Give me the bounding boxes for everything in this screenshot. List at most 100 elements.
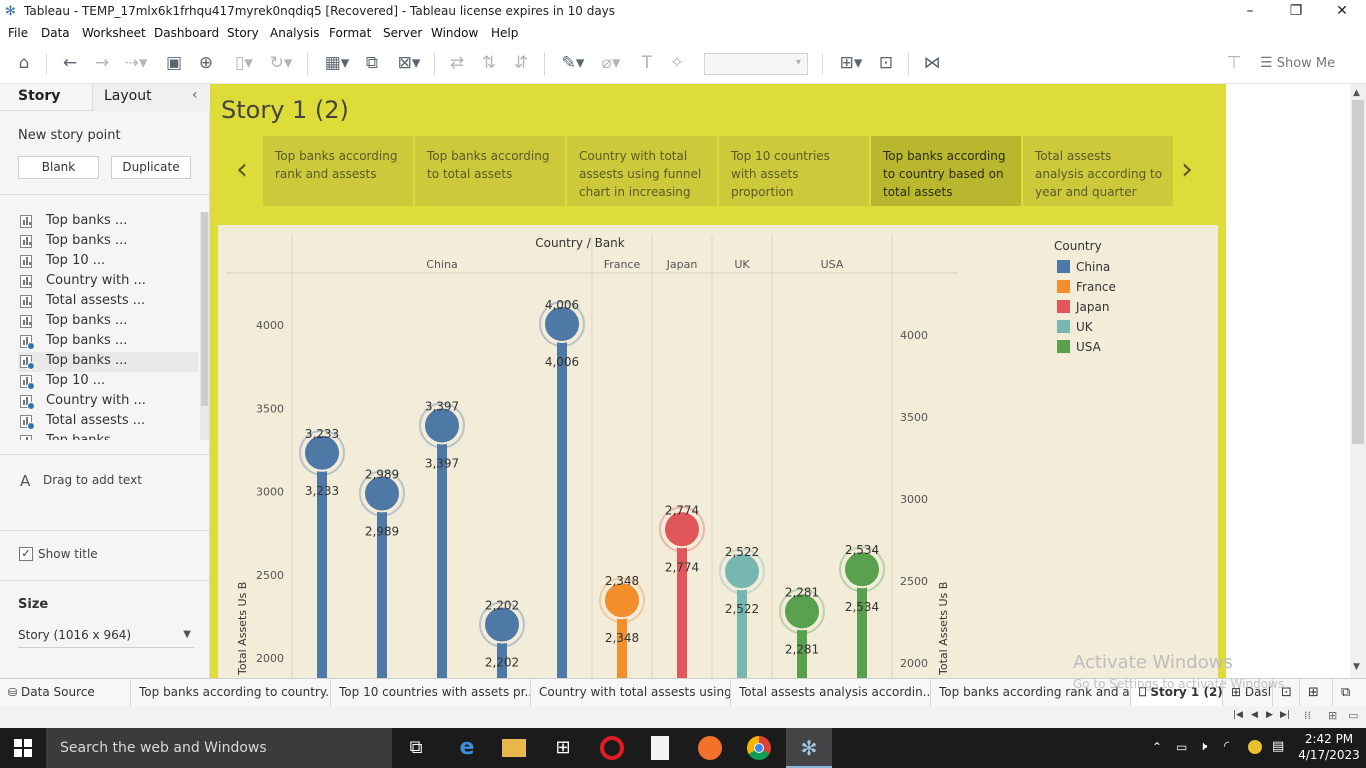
duplicate-button[interactable]: Duplicate (111, 156, 191, 179)
next-sheet-icon[interactable]: ▶ (1266, 710, 1273, 720)
scroll-down-icon[interactable]: ▼ (1353, 662, 1360, 672)
sheet-list-item[interactable]: Top banks ... (18, 432, 198, 440)
legend-swatch[interactable] (1057, 340, 1070, 353)
presentation-mode-icon[interactable]: ⊡ (874, 52, 898, 74)
menu-story[interactable]: Story (227, 26, 259, 40)
sort-descending-icon[interactable]: ⇵ (510, 52, 532, 74)
file-explorer-icon[interactable] (502, 739, 526, 757)
save-icon[interactable]: ▣ (162, 52, 186, 74)
menu-analysis[interactable]: Analysis (270, 26, 319, 40)
maximize-button[interactable]: ❐ (1273, 0, 1319, 24)
notification-icon[interactable]: ▤ (1272, 739, 1284, 754)
story-point-3[interactable]: Country with total assests using funnel … (567, 136, 717, 206)
sheet-list-item[interactable]: Country with ... (18, 272, 198, 292)
pause-updates-icon[interactable]: ▯▾ (226, 52, 262, 74)
opera-icon[interactable] (600, 736, 624, 760)
show-cards-icon[interactable]: ⊞▾ (834, 52, 868, 74)
legend-swatch[interactable] (1057, 320, 1070, 333)
show-tabs-icon[interactable]: ▭ (1348, 709, 1358, 722)
tab-data-source[interactable]: ⛁ Data Source (0, 679, 131, 707)
show-me-button[interactable]: ☰ Show Me (1260, 55, 1335, 75)
firefox-icon[interactable] (698, 736, 722, 760)
redo-icon[interactable]: → (90, 52, 114, 74)
fix-axes-icon[interactable]: ✧ (666, 52, 688, 74)
volume-icon[interactable]: 🕨 (1199, 739, 1207, 754)
sheet-list-item[interactable]: Top 10 ... (18, 372, 198, 392)
lollipop-chart[interactable]: Country / Bank China France Japan UK USA 200… (218, 225, 1218, 678)
sheet-list-item[interactable]: Top banks ... (18, 312, 198, 332)
story-point-4[interactable]: Top 10 countries with assets proportion (719, 136, 869, 206)
wifi-icon[interactable]: ◜ (1224, 739, 1229, 754)
show-title-checkbox[interactable]: ✓ (19, 547, 33, 561)
duplicate-sheet-icon[interactable]: ⧉ (361, 52, 383, 74)
show-mark-labels-icon[interactable]: T (636, 52, 658, 74)
fit-select[interactable]: ▾ (704, 53, 808, 75)
legend-swatch[interactable] (1057, 260, 1070, 273)
menu-help[interactable]: Help (491, 26, 518, 40)
tab-sheet[interactable]: Total assests analysis accordin... (731, 679, 931, 707)
menu-window[interactable]: Window (431, 26, 478, 40)
clear-sheet-icon[interactable]: ⊠▾ (392, 52, 426, 74)
story-point-2[interactable]: Top banks according to total assets (415, 136, 565, 206)
sort-ascending-icon[interactable]: ⇅ (478, 52, 500, 74)
tab-sheet[interactable]: Top banks according to country... (131, 679, 331, 707)
blank-button[interactable]: Blank (18, 156, 99, 179)
refresh-icon[interactable]: ↻▾ (266, 52, 296, 74)
legend-swatch[interactable] (1057, 300, 1070, 313)
clock-time[interactable]: 2:42 PM (1296, 732, 1362, 746)
collapse-pane-icon[interactable]: ‹ (192, 87, 198, 103)
show-sheet-sorter-icon[interactable]: ⊞ (1328, 709, 1337, 722)
main-scrollbar[interactable]: ▲ ▼ (1350, 84, 1366, 678)
new-data-source-icon[interactable]: ⊕ (194, 52, 218, 74)
sheet-list-item[interactable]: Country with ... (18, 392, 198, 412)
menu-file[interactable]: File (8, 26, 28, 40)
menu-format[interactable]: Format (329, 26, 371, 40)
windows-start-icon[interactable] (14, 739, 32, 757)
first-sheet-icon[interactable]: |◀ (1233, 710, 1243, 720)
group-members-icon[interactable]: ⌀▾ (594, 52, 628, 74)
minimize-button[interactable]: – (1227, 0, 1273, 24)
close-button[interactable]: ✕ (1319, 0, 1365, 24)
notepad-icon[interactable] (651, 736, 669, 760)
scroll-up-icon[interactable]: ▲ (1353, 88, 1360, 98)
story-point-6[interactable]: Total assests analysis according to year… (1023, 136, 1173, 206)
sheet-list-item[interactable]: Top banks ... (18, 352, 198, 372)
previous-point-icon[interactable]: ‹ (236, 152, 248, 187)
task-view-icon[interactable]: ⧉ (404, 736, 428, 760)
clock-date[interactable]: 4/17/2023 (1296, 748, 1362, 762)
tab-story[interactable]: Story (18, 88, 60, 104)
sheet-list-item[interactable]: Top banks ... (18, 332, 198, 352)
share-icon[interactable]: ⋈ (920, 52, 944, 74)
tableau-taskbar-icon[interactable]: ✻ (786, 728, 832, 768)
story-point-5[interactable]: Top banks according to country based on … (871, 136, 1021, 206)
previous-sheet-icon[interactable]: ◀ (1251, 710, 1258, 720)
sheet-list-item[interactable]: Total assests ... (18, 292, 198, 312)
tray-up-icon[interactable]: ⌃ (1152, 740, 1162, 754)
menu-dashboard[interactable]: Dashboard (154, 26, 219, 40)
next-point-icon[interactable]: › (1181, 152, 1193, 187)
new-worksheet-tab-icon[interactable]: ⊞ (1300, 679, 1333, 707)
new-worksheet-icon[interactable]: ▦▾ (318, 52, 356, 74)
sheet-list-item[interactable]: Total assests ... (18, 412, 198, 432)
replay-icon[interactable]: ⇢▾ (120, 52, 152, 74)
menu-server[interactable]: Server (383, 26, 422, 40)
menu-worksheet[interactable]: Worksheet (82, 26, 146, 40)
lollipop-stem[interactable] (557, 324, 567, 678)
legend-swatch[interactable] (1057, 280, 1070, 293)
store-icon[interactable]: ⊞ (551, 736, 575, 760)
menu-data[interactable]: Data (41, 26, 70, 40)
lollipop-stem[interactable] (377, 493, 387, 678)
sheet-list-scrollbar[interactable] (200, 212, 209, 440)
drag-to-add-text[interactable]: Drag to add text (43, 473, 142, 487)
security-icon[interactable] (1248, 740, 1262, 754)
new-story-tab-icon[interactable]: ⧉ (1333, 679, 1366, 707)
tab-sheet[interactable]: Country with total assests using... (531, 679, 731, 707)
sheet-list-item[interactable]: Top banks ... (18, 212, 198, 232)
chrome-icon[interactable] (747, 736, 771, 760)
tab-sheet[interactable]: Top 10 countries with assets pr... (331, 679, 531, 707)
size-dropdown[interactable]: Story (1016 x 964) ▼ (18, 628, 194, 648)
edge-icon[interactable]: e (455, 736, 479, 760)
taskbar-search-box[interactable]: Search the web and Windows (46, 728, 392, 768)
show-filmstrip-icon[interactable]: ⁞⁞ (1304, 709, 1311, 722)
highlight-icon[interactable]: ✎▾ (556, 52, 590, 74)
